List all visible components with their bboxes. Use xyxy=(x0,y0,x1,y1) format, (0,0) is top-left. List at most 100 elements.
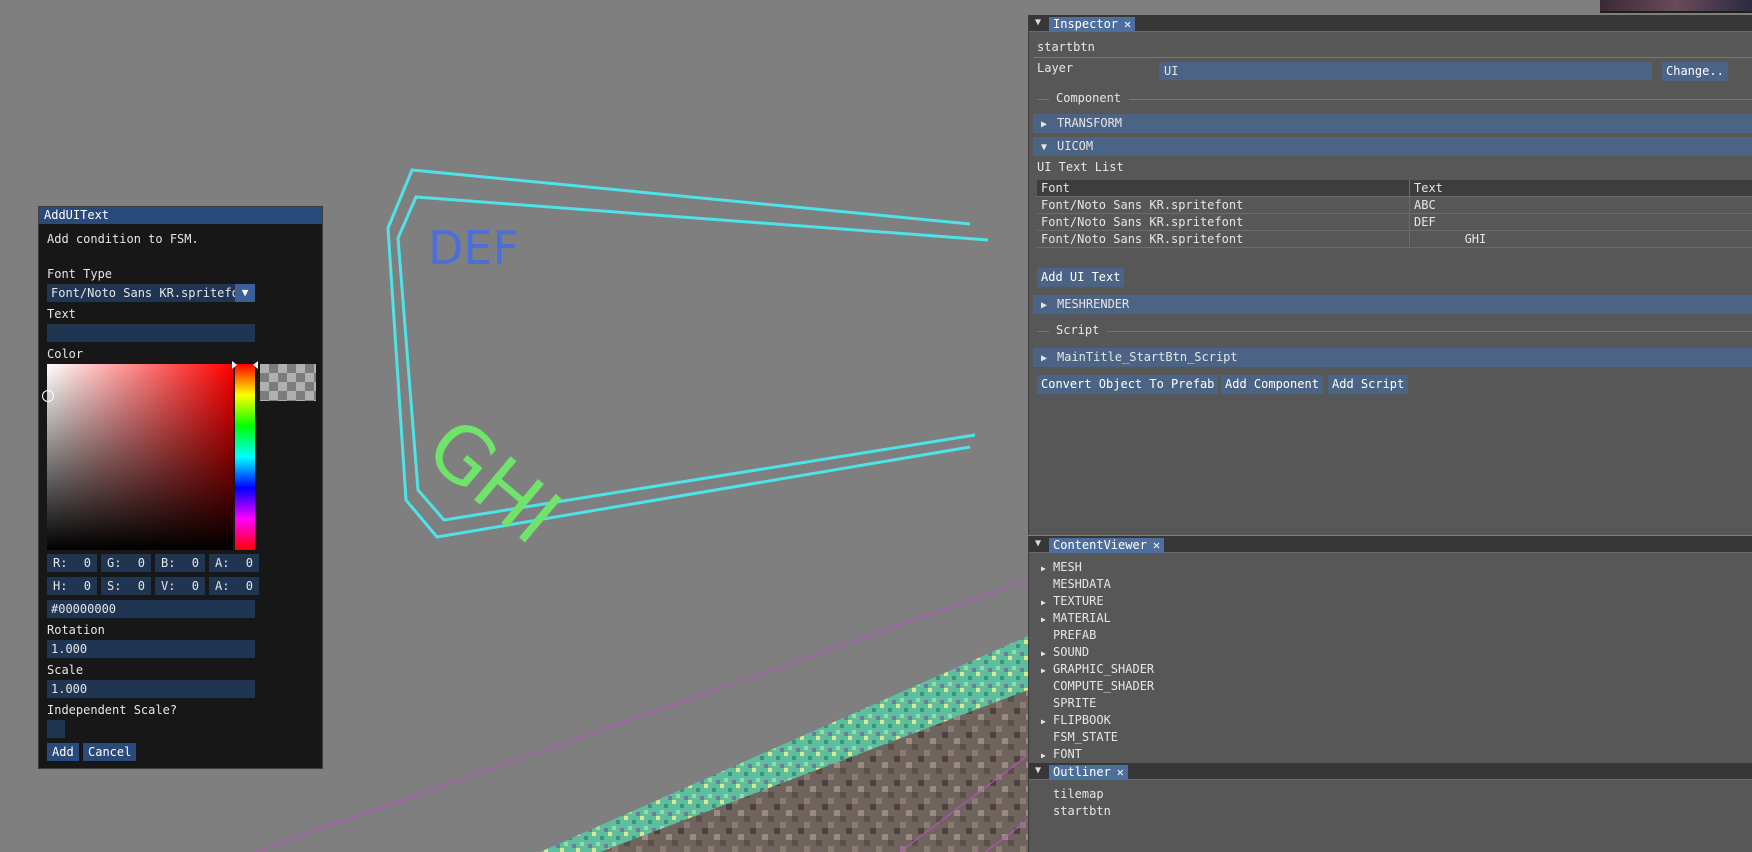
table-row[interactable]: Font/Noto Sans KR.spritefont GHI xyxy=(1037,231,1752,248)
window-title[interactable]: AddUIText xyxy=(39,207,322,224)
add-ui-text-button[interactable]: Add UI Text xyxy=(1037,268,1125,287)
font-type-label: Font Type xyxy=(47,267,113,281)
layer-input[interactable]: UI xyxy=(1159,62,1652,80)
caret-right-icon: ▶ xyxy=(1041,615,1046,624)
close-icon[interactable]: ✕ xyxy=(1117,765,1124,780)
rgba-inputs: R: 0 G: 0 B: 0 A: 0 xyxy=(47,554,259,572)
outliner-tree: tilemap startbtn xyxy=(1053,787,1111,821)
ui-text-table: Font Text Font/Noto Sans KR.spritefont A… xyxy=(1037,180,1752,248)
outliner-item-tilemap[interactable]: tilemap xyxy=(1053,787,1111,804)
cancel-button[interactable]: Cancel xyxy=(83,743,137,761)
column-header-font: Font xyxy=(1037,180,1410,196)
text-label: Text xyxy=(47,307,76,321)
tree-item-prefab[interactable]: PREFAB xyxy=(1041,628,1154,645)
hue-slider-marker[interactable] xyxy=(232,361,258,369)
outliner-panel: ▼ Outliner ✕ tilemap startbtn xyxy=(1028,763,1752,852)
caret-right-icon: ▶ xyxy=(1041,751,1046,760)
inspector-header: ▼ Inspector ✕ xyxy=(1029,15,1752,32)
tab-outliner[interactable]: Outliner ✕ xyxy=(1049,765,1129,780)
caret-right-icon: ▶ xyxy=(1041,564,1046,573)
layer-label: Layer xyxy=(1037,61,1074,75)
change-layer-button[interactable]: Change.. xyxy=(1662,62,1728,81)
script-header[interactable]: ▶ MainTitle_StartBtn_Script xyxy=(1033,348,1752,367)
meshrender-header[interactable]: ▶ MESHRENDER xyxy=(1033,295,1752,314)
tree-item-fsm-state[interactable]: FSM_STATE xyxy=(1041,730,1154,747)
column-header-text: Text xyxy=(1414,181,1443,195)
content-viewer-panel: ▼ ContentViewer ✕ ▶ MESH MESHDATA ▶ TEXTURE… xyxy=(1028,536,1752,763)
chevron-down-icon[interactable]: ▼ xyxy=(235,284,255,302)
transform-header[interactable]: ▶ TRANSFORM xyxy=(1033,114,1752,133)
green-input[interactable]: G: 0 xyxy=(101,554,151,572)
red-input[interactable]: R: 0 xyxy=(47,554,97,572)
tab-inspector[interactable]: Inspector ✕ xyxy=(1049,17,1136,32)
panel-menu-icon[interactable]: ▼ xyxy=(1035,17,1041,28)
caret-right-icon: ▶ xyxy=(1041,353,1048,364)
rotation-input[interactable]: 1.000 xyxy=(47,640,255,658)
scene-label-ghi: GHI xyxy=(410,402,577,562)
add-script-button[interactable]: Add Script xyxy=(1328,375,1409,394)
outliner-header: ▼ Outliner ✕ xyxy=(1029,763,1752,780)
tree-item-font[interactable]: ▶ FONT xyxy=(1041,747,1154,764)
independent-scale-label: Independent Scale? xyxy=(47,703,178,717)
tree-item-graphic-shader[interactable]: ▶ GRAPHIC_SHADER xyxy=(1041,662,1154,679)
tab-content-viewer[interactable]: ContentViewer ✕ xyxy=(1049,538,1165,553)
color-label: Color xyxy=(47,347,84,361)
independent-scale-checkbox[interactable] xyxy=(47,720,65,738)
scale-input[interactable]: 1.000 xyxy=(47,680,255,698)
tree-item-mesh[interactable]: ▶ MESH xyxy=(1041,560,1154,577)
preview-thumbnail xyxy=(1600,0,1752,13)
panel-menu-icon[interactable]: ▼ xyxy=(1035,538,1041,549)
caret-right-icon: ▶ xyxy=(1041,666,1046,675)
text-input[interactable] xyxy=(47,324,255,342)
inspector-panel: ▼ Inspector ✕ startbtn Layer UI Change.. … xyxy=(1028,15,1752,535)
font-type-combo[interactable]: Font/Noto Sans KR.spritefon ▼ xyxy=(47,284,255,302)
color-preview-swatch[interactable] xyxy=(260,364,316,401)
caret-right-icon: ▶ xyxy=(1041,119,1048,130)
hue-input[interactable]: H: 0 xyxy=(47,577,97,595)
color-picker-cursor[interactable] xyxy=(42,390,54,402)
tree-item-texture[interactable]: ▶ TEXTURE xyxy=(1041,594,1154,611)
divider xyxy=(1033,57,1752,58)
tree-item-compute-shader[interactable]: COMPUTE_SHADER xyxy=(1041,679,1154,696)
add-component-button[interactable]: Add Component xyxy=(1221,375,1323,394)
close-icon[interactable]: ✕ xyxy=(1153,538,1160,553)
tree-item-flipbook[interactable]: ▶ FLIPBOOK xyxy=(1041,713,1154,730)
saturation-input[interactable]: S: 0 xyxy=(101,577,151,595)
description-text: Add condition to FSM. xyxy=(47,232,199,246)
outliner-item-startbtn[interactable]: startbtn xyxy=(1053,804,1111,821)
divider xyxy=(1129,99,1752,100)
scene-label-def: DEF xyxy=(428,221,519,275)
alpha-input[interactable]: A: 0 xyxy=(209,554,259,572)
font-type-value: Font/Noto Sans KR.spritefon xyxy=(51,286,247,300)
panel-menu-icon[interactable]: ▼ xyxy=(1035,765,1041,776)
hue-slider[interactable] xyxy=(235,364,255,550)
rotation-label: Rotation xyxy=(47,623,105,637)
tree-item-meshdata[interactable]: MESHDATA xyxy=(1041,577,1154,594)
tree-item-sprite[interactable]: SPRITE xyxy=(1041,696,1154,713)
convert-to-prefab-button[interactable]: Convert Object To Prefab xyxy=(1037,375,1219,394)
script-separator-label: Script xyxy=(1056,323,1100,337)
add-ui-text-window: AddUIText Add condition to FSM. Font Typ… xyxy=(38,206,323,769)
uicom-header[interactable]: ▼ UICOM xyxy=(1033,137,1752,156)
divider xyxy=(1107,331,1752,332)
scale-label: Scale xyxy=(47,663,84,677)
value-input[interactable]: V: 0 xyxy=(155,577,205,595)
content-tree: ▶ MESH MESHDATA ▶ TEXTURE ▶ MATERIAL PREFAB… xyxy=(1041,560,1154,764)
hex-input[interactable]: #00000000 xyxy=(47,600,255,618)
table-row[interactable]: Font/Noto Sans KR.spritefont ABC xyxy=(1037,197,1752,214)
color-saturation-value-picker[interactable] xyxy=(47,364,233,550)
caret-right-icon: ▶ xyxy=(1041,300,1048,311)
ui-text-list-title: UI Text List xyxy=(1037,160,1124,174)
divider xyxy=(1037,99,1049,100)
table-header-row: Font Text xyxy=(1037,180,1752,197)
content-viewer-header: ▼ ContentViewer ✕ xyxy=(1029,536,1752,553)
caret-right-icon: ▶ xyxy=(1041,598,1046,607)
close-icon[interactable]: ✕ xyxy=(1124,17,1131,32)
tree-item-material[interactable]: ▶ MATERIAL xyxy=(1041,611,1154,628)
blue-input[interactable]: B: 0 xyxy=(155,554,205,572)
hsv-alpha-input[interactable]: A: 0 xyxy=(209,577,259,595)
tree-item-sound[interactable]: ▶ SOUND xyxy=(1041,645,1154,662)
add-button[interactable]: Add xyxy=(47,743,79,761)
table-row[interactable]: Font/Noto Sans KR.spritefont DEF xyxy=(1037,214,1752,231)
caret-right-icon: ▶ xyxy=(1041,649,1046,658)
